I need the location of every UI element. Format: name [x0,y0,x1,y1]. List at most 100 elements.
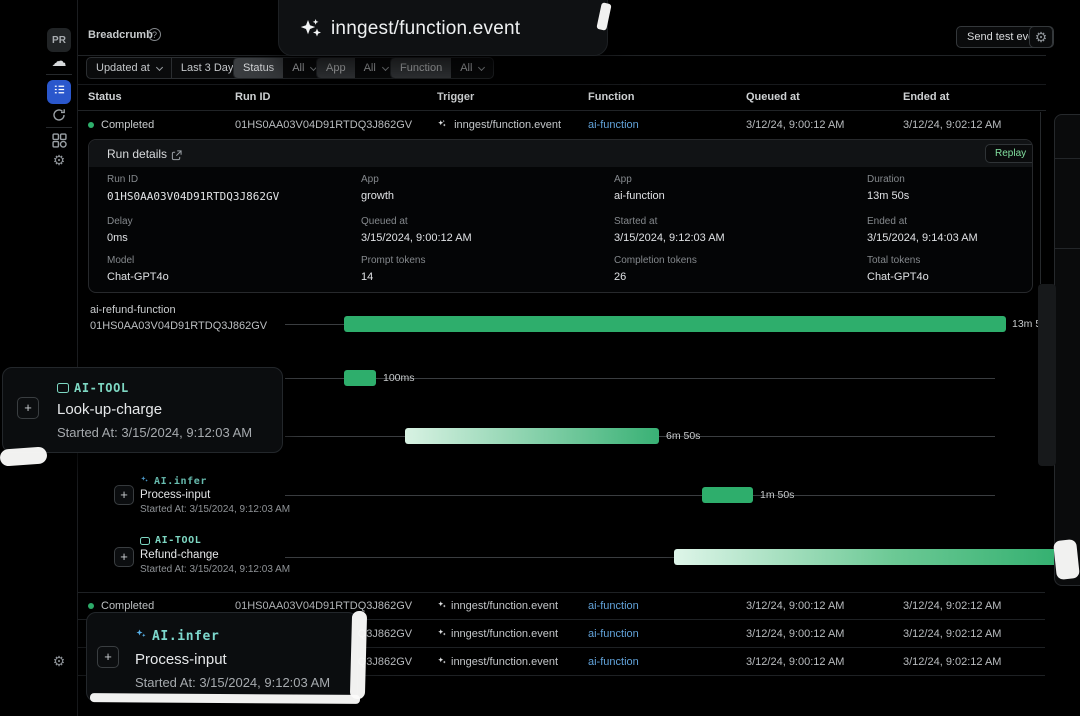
step-started-at: Started At: 3/15/2024, 9:12:03 AM [140,504,290,515]
function-link[interactable]: ai-function [588,656,639,668]
step-kind-label: AI-TOOL [140,535,201,546]
function-link[interactable]: ai-function [588,600,639,612]
runs-list-icon [53,83,66,101]
chevron-down-icon [382,63,389,70]
field-label: Ended at [867,216,907,227]
refresh-icon[interactable] [50,106,68,124]
queued-at-value: 3/15/2024, 9:00:12 AM [361,232,472,244]
step-name: Process-input [135,651,227,668]
status-badge: Completed [88,119,154,131]
field-label: Delay [107,216,133,227]
col-ended-at: Ended at [903,91,949,103]
app-root: PR Breadcrumb Send test event Updated at… [0,0,1080,716]
app-link[interactable]: growth [361,190,394,202]
cursor-artifact [90,693,360,704]
app-filter[interactable]: App All [316,57,398,79]
replay-button[interactable]: Replay [985,144,1033,163]
field-label: App [361,174,379,185]
scrollbar-thumb[interactable] [1038,284,1056,466]
sparkle-icon [437,656,447,669]
cursor-artifact [350,611,367,699]
tool-box-icon [140,537,150,545]
sparkle-icon [437,600,447,613]
function-link[interactable]: ai-function [588,628,639,640]
run-id-value: 01HS0AA03V04D91RTDQ3J862GV [235,119,412,131]
trigger-value: inngest/function.event [437,119,561,132]
settings-gear-icon[interactable] [50,652,68,670]
help-icon[interactable] [148,28,161,41]
step-name: Process-input [140,489,210,501]
table-row[interactable]: Completed 01HS0AA03V04D91RTDQ3J862GV inn… [78,110,1045,139]
run-details-card: Run details Replay Run ID 01HS0AA03V04D9… [88,139,1033,293]
prompt-tokens-value: 14 [361,271,373,283]
drawer-inner-line [1055,248,1080,249]
field-label: Run ID [107,174,138,185]
queued-at-value: 3/12/24, 9:00:12 AM [746,628,844,640]
expand-step-button[interactable] [97,646,119,668]
status-dot-icon [88,122,94,128]
sparkle-icon [437,628,447,641]
run-id-value: 01HS0AA03V04D91RTDQ3J862GV [235,600,412,612]
field-label: Model [107,255,134,266]
trigger-value: inngest/function.event [437,628,558,641]
trace-root-run-id: 01HS0AA03V04D91RTDQ3J862GV [90,320,267,332]
app-filter-value: All [364,62,376,74]
queued-at-value: 3/12/24, 9:00:12 AM [746,656,844,668]
sort-label: Updated at [96,62,150,74]
inngest-sparkle-icon [299,16,323,45]
status-dot-icon [88,603,94,609]
function-link[interactable]: ai-function [588,119,639,131]
field-label: Started at [614,216,657,227]
delay-value: 0ms [107,232,128,244]
step-tooltip-lookup-charge: AI-TOOL Look-up-charge Started At: 3/15/… [2,367,283,453]
duration-value: 13m 50s [867,190,909,202]
span-bar-step2[interactable] [405,428,659,444]
run-details-header: Run details Replay [89,140,1032,167]
sparkle-icon [437,119,447,132]
expand-step-button[interactable] [17,397,39,419]
function-filter[interactable]: Function All [390,57,494,79]
status-badge: Completed [88,600,154,612]
sparkle-icon [135,628,147,644]
sidebar: PR [40,0,78,716]
event-title: inngest/function.event [331,18,520,40]
step-name: Look-up-charge [57,401,162,418]
step-started-at: Started At: 3/15/2024, 9:12:03 AM [57,425,252,440]
trigger-value: inngest/function.event [437,600,558,613]
cursor-artifact [1053,539,1080,580]
trace-root-name: ai-refund-function [90,304,176,316]
span-bar-root[interactable] [344,316,1006,332]
function-filter-label: Function [391,58,451,78]
drawer-panel-edge [1054,114,1080,586]
run-id-value: 01HS0AA03V04D91RTDQ3J862GV [107,190,279,203]
step-kind-label: AI-TOOL [57,381,129,395]
col-function: Function [588,91,634,103]
span-bar-step4[interactable] [674,549,1072,565]
function-filter-value: All [460,62,472,74]
expand-step-button[interactable] [114,485,134,505]
col-trigger: Trigger [437,91,474,103]
tool-box-icon [57,383,69,393]
step-kind-label: AI.infer [140,475,207,487]
external-link-icon[interactable] [171,148,182,166]
queued-at-value: 3/12/24, 9:00:12 AM [746,600,844,612]
replay-label: Replay [995,148,1026,159]
status-filter[interactable]: Status All [233,57,326,79]
cloud-icon[interactable] [48,52,70,70]
ended-at-value: 3/12/24, 9:02:12 AM [903,600,1001,612]
gear-icon[interactable] [50,151,68,169]
function-link[interactable]: ai-function [614,190,665,202]
apps-grid-icon[interactable] [50,131,68,149]
expand-step-button[interactable] [114,547,134,567]
cursor-artifact [0,446,48,466]
step-name: Refund-change [140,549,219,561]
span-bar-step3[interactable] [702,487,753,503]
avatar[interactable]: PR [47,28,71,52]
ended-at-value: 3/12/24, 9:02:12 AM [903,628,1001,640]
field-label: Duration [867,174,905,185]
header-gear-button[interactable] [1029,26,1053,48]
run-details-title: Run details [107,147,167,161]
step-started-at: Started At: 3/15/2024, 9:12:03 AM [135,675,330,690]
sidebar-item-runs[interactable] [47,80,71,104]
span-bar-step1[interactable] [344,370,376,386]
